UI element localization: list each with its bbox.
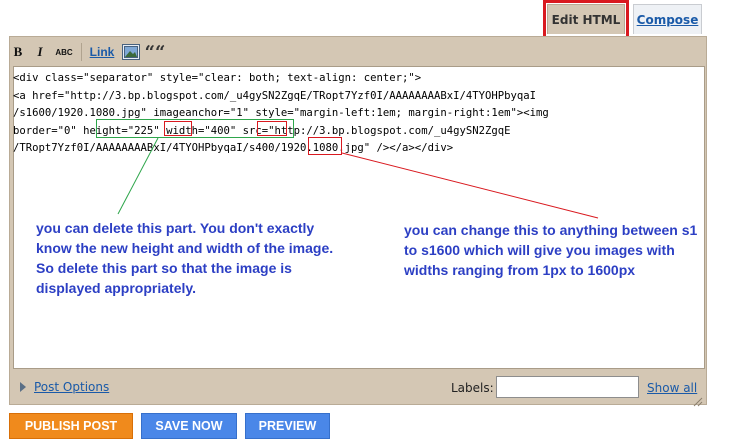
code-line: <a href="http://3.bp.blogspot.com/_u4gyS… bbox=[13, 89, 536, 102]
blockquote-button[interactable]: ““ bbox=[145, 42, 166, 63]
bold-button[interactable]: B bbox=[9, 42, 27, 62]
annotation-note-left: you can delete this part. You don't exac… bbox=[36, 220, 334, 296]
publish-post-button[interactable]: PUBLISH POST bbox=[9, 413, 133, 439]
labels-label: Labels: bbox=[451, 381, 494, 395]
post-options-link[interactable]: Post Options bbox=[34, 380, 109, 394]
italic-button[interactable]: I bbox=[31, 42, 49, 62]
code-line: <div class="separator" style="clear: bot… bbox=[13, 72, 422, 84]
code-line: /TRopt7Yzf0I/AAAAAAAABxI/4TYOHPbyqaI/s40… bbox=[13, 142, 454, 154]
show-all-link[interactable]: Show all bbox=[647, 381, 697, 395]
toolbar-divider bbox=[81, 43, 82, 61]
annotation-note-right: you can change this to anything between … bbox=[404, 222, 698, 278]
strikethrough-button[interactable]: ABC bbox=[53, 42, 75, 62]
post-options-toggle[interactable]: Post Options bbox=[20, 380, 109, 394]
labels-input[interactable] bbox=[496, 376, 639, 398]
tab-compose[interactable]: Compose bbox=[633, 4, 702, 34]
save-now-button[interactable]: SAVE NOW bbox=[141, 413, 237, 439]
resize-handle-icon[interactable] bbox=[693, 392, 703, 411]
image-icon bbox=[122, 44, 140, 60]
editor-toolbar: B I ABC Link ““ bbox=[9, 40, 169, 64]
code-line: border="0" height="225" width="400" src=… bbox=[13, 124, 511, 137]
html-code: <div class="separator" style="clear: bot… bbox=[13, 70, 703, 158]
link-button[interactable]: Link bbox=[87, 42, 117, 62]
code-line: /s1600/1920.1080.jpg" imageanchor="1" st… bbox=[13, 107, 549, 119]
insert-image-button[interactable] bbox=[121, 42, 141, 62]
preview-button[interactable]: PREVIEW bbox=[245, 413, 330, 439]
triangle-right-icon bbox=[20, 382, 26, 392]
